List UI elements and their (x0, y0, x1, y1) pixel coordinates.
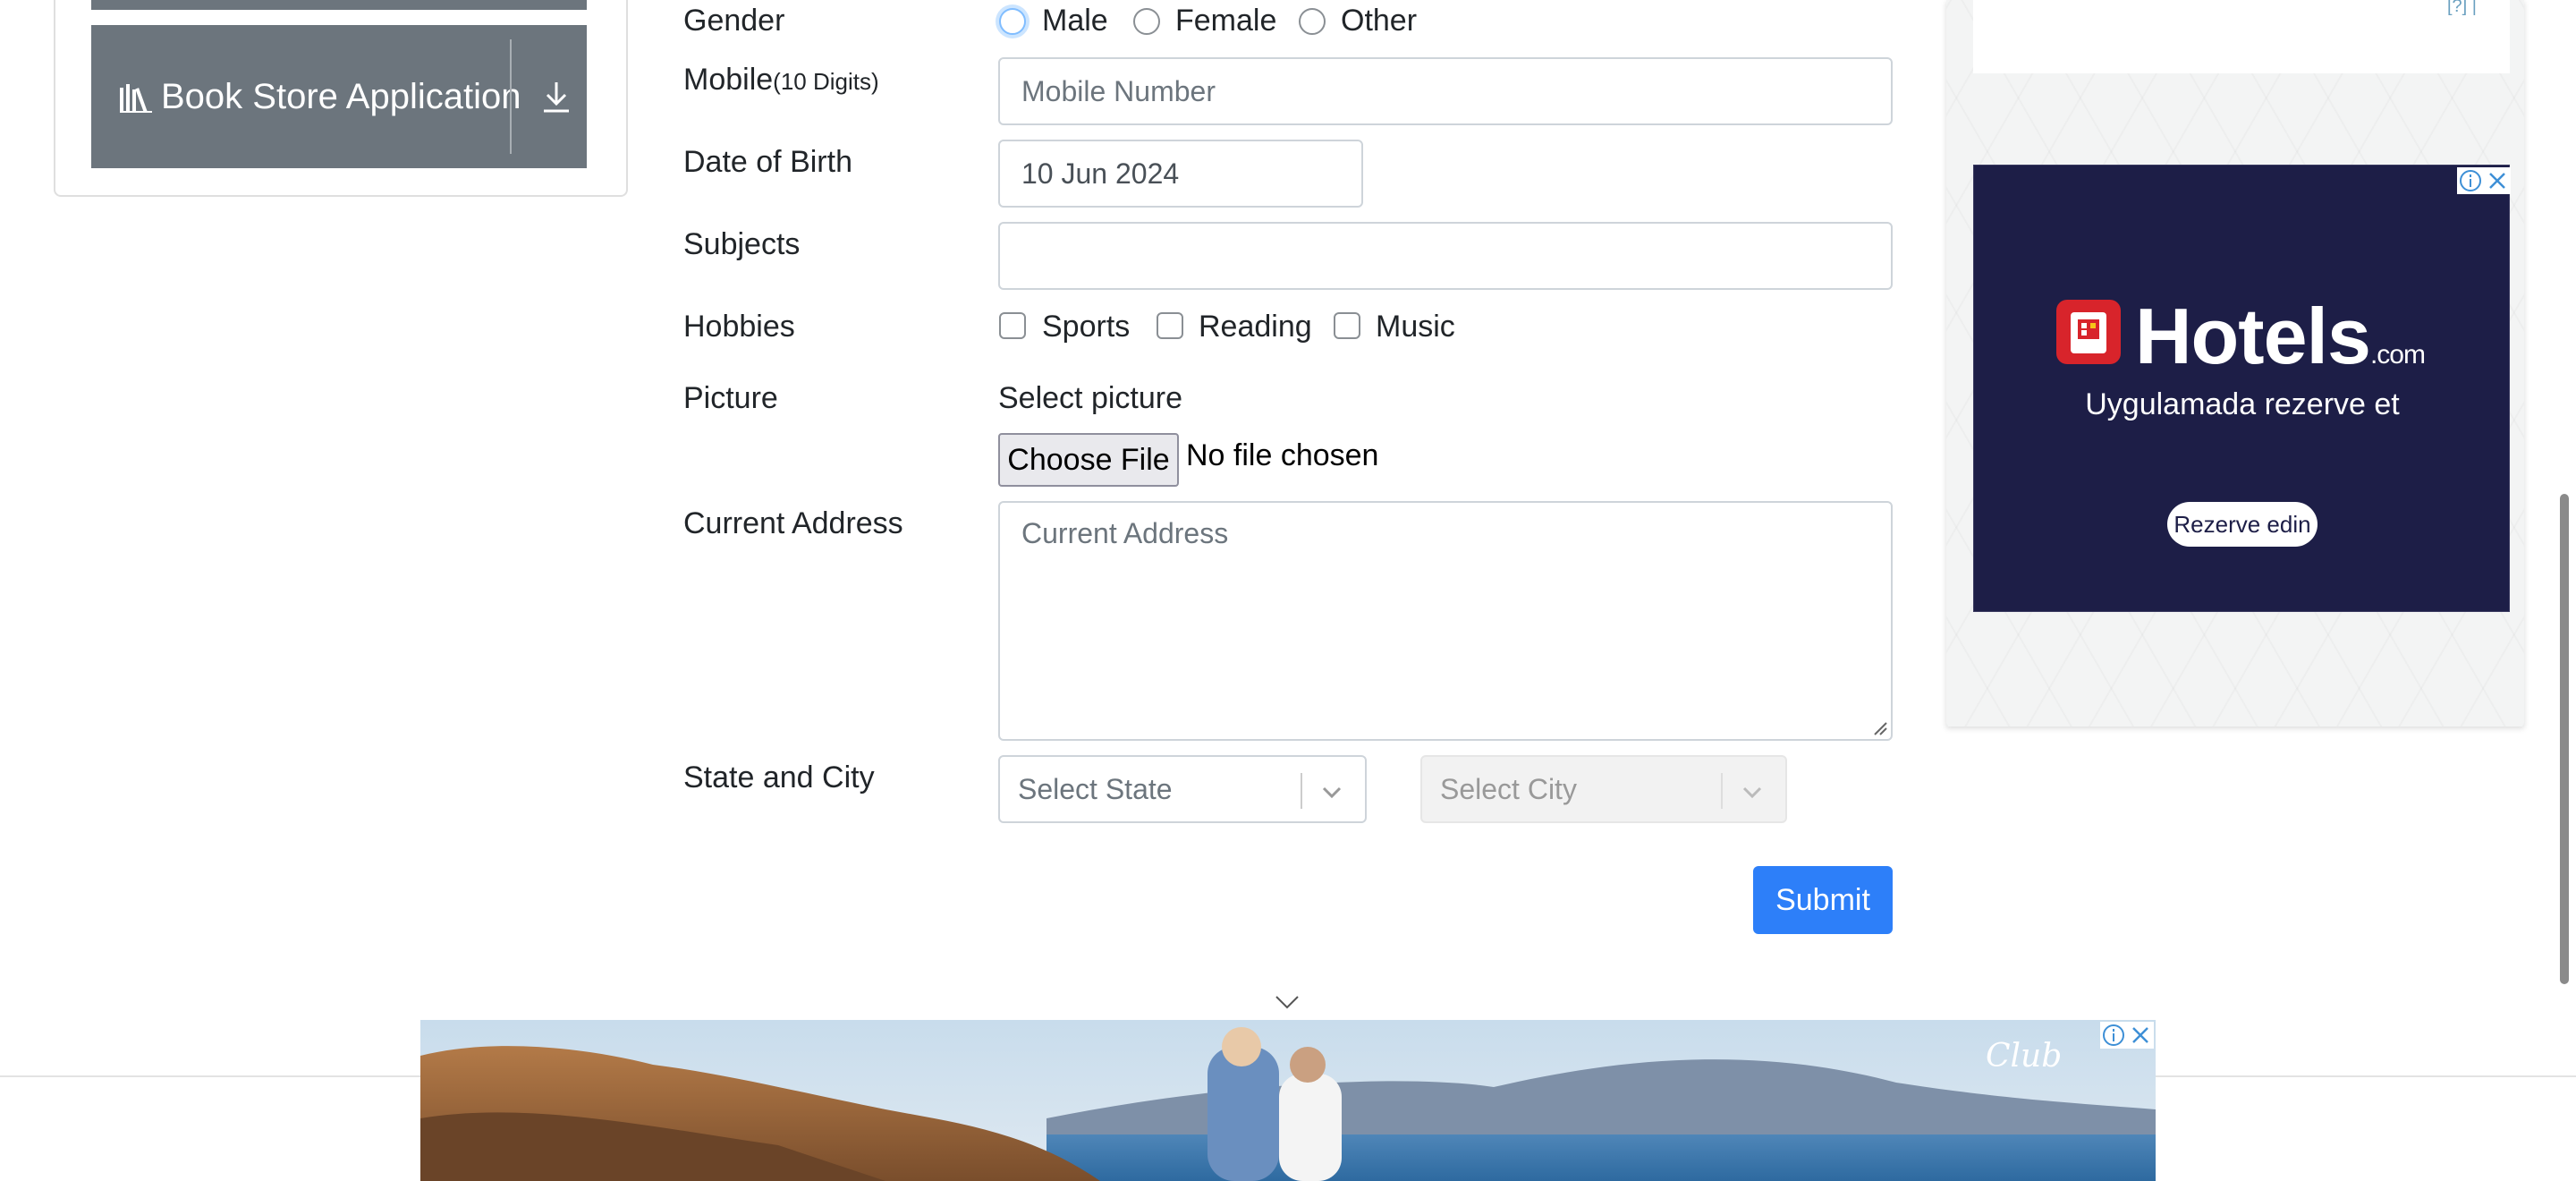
ad-info-icon[interactable] (2457, 167, 2484, 194)
gender-other-label[interactable]: Other (1341, 4, 1417, 38)
select-city-placeholder: Select City (1440, 772, 1577, 805)
subjects-label: Subjects (683, 227, 801, 261)
date-of-birth-label: Date of Birth (683, 145, 852, 179)
collapse-ad-chevron-icon[interactable] (1274, 993, 1301, 1011)
book-store-application-label: Book Store Application (161, 76, 521, 116)
hotels-tagline: Uygulamada rezerve et (2085, 387, 2400, 421)
hobby-music-label[interactable]: Music (1376, 310, 1455, 344)
submit-button[interactable]: Submit (1753, 866, 1893, 934)
select-state-dropdown[interactable]: Select State (998, 755, 1367, 823)
ad-close-icon[interactable] (2127, 1022, 2154, 1049)
resize-grip-icon[interactable] (1871, 719, 1887, 735)
dropdown-separator (1721, 773, 1723, 809)
book-icon (118, 79, 154, 115)
hotels-cta-button[interactable]: Rezerve edin (2167, 502, 2318, 547)
current-address-placeholder: Current Address (1021, 517, 1229, 549)
ad-choices-marks[interactable]: [?] | (2447, 0, 2477, 17)
download-icon[interactable] (538, 77, 574, 116)
hobby-sports-label[interactable]: Sports (1042, 310, 1130, 344)
select-picture-label: Select picture (998, 381, 1182, 415)
chevron-down-icon[interactable] (1320, 780, 1343, 803)
hobby-music-checkbox[interactable] (1334, 312, 1360, 339)
mobile-label-text: Mobile (683, 63, 774, 97)
ad-info-icon[interactable] (2100, 1022, 2127, 1049)
hobby-reading-checkbox[interactable] (1157, 312, 1183, 339)
button-divider (510, 39, 512, 154)
state-and-city-label: State and City (683, 760, 875, 794)
hotels-logo-icon (2056, 300, 2121, 364)
club-logo: Club (1986, 1038, 2063, 1075)
chevron-down-icon[interactable] (1741, 780, 1764, 803)
select-city-dropdown[interactable]: Select City (1420, 755, 1787, 823)
file-status-text: No file chosen (1186, 438, 1379, 472)
gender-label: Gender (683, 4, 785, 38)
hobby-sports-checkbox[interactable] (999, 312, 1026, 339)
mobile-hint: (10 Digits) (773, 68, 879, 95)
gender-female-label[interactable]: Female (1175, 4, 1276, 38)
hotels-dotcom: .com (2369, 340, 2426, 370)
dropdown-separator (1301, 773, 1302, 809)
current-address-label: Current Address (683, 506, 903, 540)
select-state-placeholder: Select State (1018, 772, 1173, 805)
picture-label: Picture (683, 381, 778, 415)
beach-scene-image (420, 1020, 2156, 1181)
bottom-banner-ad[interactable]: Club (420, 1020, 2156, 1181)
sidebar-item-previous[interactable] (91, 0, 587, 10)
choose-file-button[interactable]: Choose File (998, 433, 1179, 487)
book-store-application-button[interactable]: Book Store Application (91, 25, 587, 168)
hobby-reading-label[interactable]: Reading (1199, 310, 1312, 344)
gender-female-radio[interactable] (1133, 8, 1160, 35)
hotels-brand: Hotels (2135, 292, 2371, 380)
ad-top-frame (1973, 0, 2510, 73)
gender-other-radio[interactable] (1299, 8, 1326, 35)
page-scrollbar-thumb[interactable] (2560, 494, 2569, 984)
gender-male-label[interactable]: Male (1042, 4, 1108, 38)
current-address-textarea[interactable]: Current Address (998, 501, 1893, 741)
gender-male-radio[interactable] (999, 8, 1026, 35)
hotels-ad[interactable]: Hotels.com Uygulamada rezerve et Rezerve… (1973, 165, 2511, 612)
mobile-number-input[interactable]: Mobile Number (998, 57, 1893, 125)
mobile-number-placeholder: Mobile Number (1021, 74, 1216, 107)
subjects-input[interactable] (998, 222, 1893, 290)
date-of-birth-value: 10 Jun 2024 (1021, 157, 1180, 190)
date-of-birth-input[interactable]: 10 Jun 2024 (998, 140, 1363, 208)
ad-close-icon[interactable] (2484, 167, 2511, 194)
mobile-label: Mobile(10 Digits) (683, 63, 879, 98)
hotels-brand-text: Hotels.com (2135, 291, 2426, 382)
hobbies-label: Hobbies (683, 310, 795, 344)
